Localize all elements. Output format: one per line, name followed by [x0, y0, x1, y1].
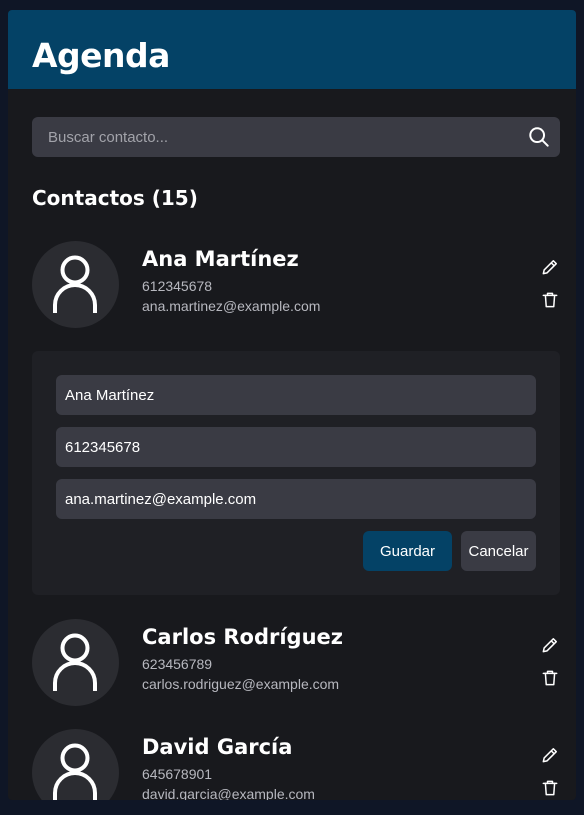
save-button[interactable]: Guardar	[363, 531, 452, 571]
user-icon	[53, 633, 97, 691]
user-icon	[53, 743, 97, 800]
name-field[interactable]	[56, 375, 536, 415]
agenda-app: Agenda Contactos (15) Ana Martínez 61234…	[8, 10, 576, 800]
app-header: Agenda	[8, 10, 576, 89]
contact-name: David García	[142, 735, 293, 759]
contacts-heading: Contactos (15)	[32, 186, 198, 210]
edit-icon[interactable]	[540, 257, 560, 277]
email-field[interactable]	[56, 479, 536, 519]
trash-icon[interactable]	[540, 290, 560, 310]
search-box	[32, 117, 560, 157]
contact-email: david.garcia@example.com	[142, 786, 315, 800]
contact-item: Carlos Rodríguez 623456789 carlos.rodrig…	[32, 619, 560, 707]
contact-name: Carlos Rodríguez	[142, 625, 344, 649]
contact-phone: 612345678	[142, 278, 213, 294]
avatar	[32, 729, 119, 800]
user-icon	[53, 255, 97, 313]
avatar	[32, 241, 119, 328]
edit-icon[interactable]	[540, 745, 560, 765]
cancel-button[interactable]: Cancelar	[461, 531, 536, 571]
contact-phone: 645678901	[142, 766, 213, 782]
edit-contact-panel: Guardar Cancelar	[32, 351, 560, 595]
avatar	[32, 619, 119, 706]
contact-email: ana.martinez@example.com	[142, 298, 321, 314]
phone-field[interactable]	[56, 427, 536, 467]
contact-name: Ana Martínez	[142, 247, 299, 271]
edit-icon[interactable]	[540, 635, 560, 655]
app-title: Agenda	[32, 36, 170, 75]
contact-item: David García 645678901 david.garcia@exam…	[32, 729, 560, 800]
contact-email: carlos.rodriguez@example.com	[142, 676, 340, 692]
trash-icon[interactable]	[540, 668, 560, 688]
search-input[interactable]	[32, 117, 560, 157]
contact-item: Ana Martínez 612345678 ana.martinez@exam…	[32, 241, 560, 329]
trash-icon[interactable]	[540, 778, 560, 798]
contact-phone: 623456789	[142, 656, 213, 672]
search-icon[interactable]	[528, 126, 550, 148]
